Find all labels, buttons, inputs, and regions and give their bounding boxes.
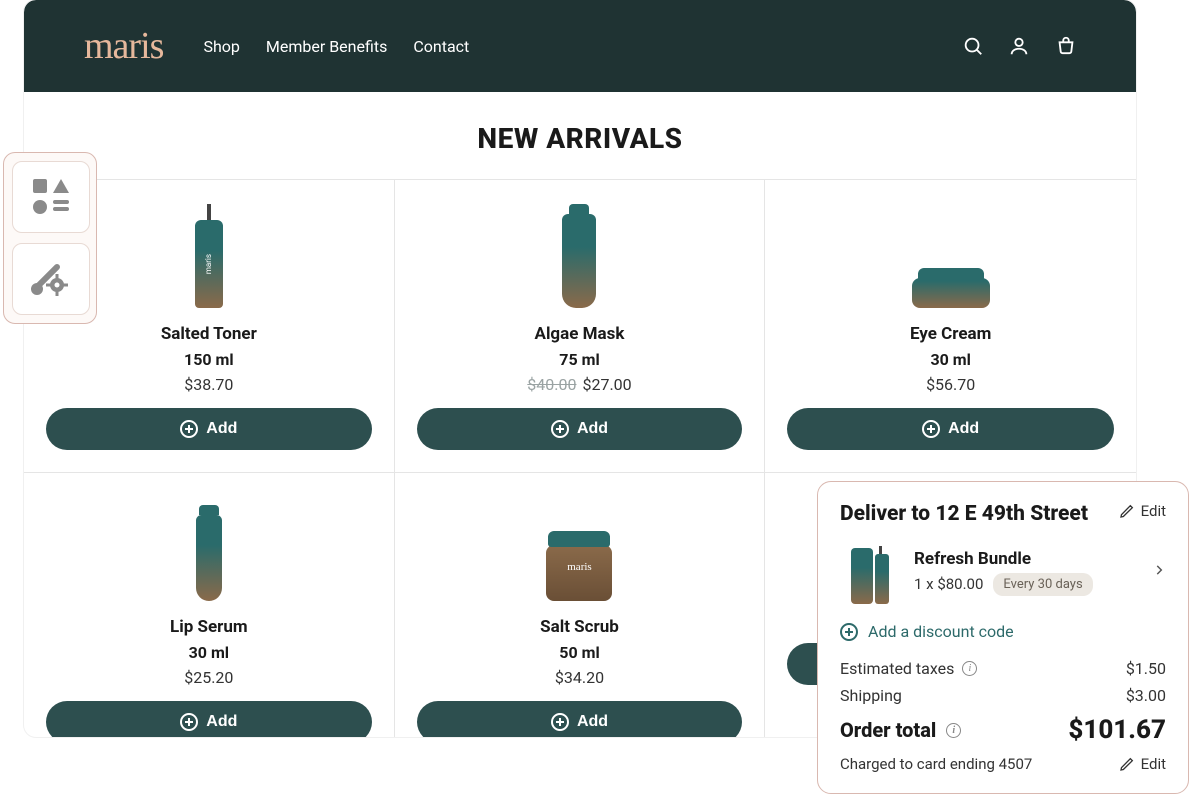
shipping-label: Shipping — [840, 686, 902, 705]
plus-circle-icon — [922, 420, 940, 438]
cart-item-thumbnail — [840, 540, 900, 604]
cart-item-qty-price: 1 x $80.00 — [914, 575, 983, 593]
editor-tool-palette — [3, 152, 97, 324]
product-price: $40.00 $27.00 — [527, 375, 631, 394]
product-card: Salt Scrub 50 ml $34.20 Add — [395, 473, 766, 737]
product-price: $34.20 — [555, 668, 604, 687]
chevron-right-icon — [1152, 561, 1166, 583]
payment-method-text: Charged to card ending 4507 — [840, 755, 1032, 773]
order-total-label: Order total — [840, 718, 936, 742]
product-size: 50 ml — [559, 643, 599, 662]
edit-label: Edit — [1141, 502, 1166, 520]
product-card: Eye Cream 30 ml $56.70 Add — [765, 180, 1136, 473]
product-name: Salt Scrub — [540, 617, 619, 637]
product-name: Lip Serum — [170, 617, 248, 637]
brand-logo[interactable]: maris — [84, 24, 163, 68]
product-card: Algae Mask 75 ml $40.00 $27.00 Add — [395, 180, 766, 473]
cart-panel: Deliver to 12 E 49th Street Edit Refresh… — [817, 481, 1189, 794]
product-size: 30 ml — [189, 643, 229, 662]
summary-taxes: Estimated taxes i $1.50 — [840, 659, 1166, 678]
nav-shop[interactable]: Shop — [203, 37, 239, 56]
product-card: Lip Serum 30 ml $25.20 Add — [24, 473, 395, 737]
price-original: $40.00 — [527, 375, 576, 394]
product-name: Eye Cream — [910, 324, 991, 344]
pencil-icon — [1119, 503, 1135, 519]
order-total-amount: $101.67 — [1068, 715, 1166, 745]
cart-icon[interactable] — [1054, 35, 1076, 57]
summary-shipping: Shipping $3.00 — [840, 686, 1166, 705]
search-icon[interactable] — [962, 35, 984, 57]
taxes-value: $1.50 — [1126, 659, 1166, 678]
shapes-icon — [27, 175, 75, 219]
add-button[interactable]: Add — [787, 408, 1114, 450]
product-image: maris — [154, 198, 264, 308]
plus-circle-icon — [551, 713, 569, 731]
site-header: maris Shop Member Benefits Contact — [24, 0, 1136, 92]
main-nav: Shop Member Benefits Contact — [203, 37, 469, 56]
add-label: Add — [577, 713, 608, 731]
add-label: Add — [948, 420, 979, 438]
edit-label: Edit — [1141, 755, 1166, 773]
cart-item-name: Refresh Bundle — [914, 549, 1138, 569]
cart-item[interactable]: Refresh Bundle 1 x $80.00 Every 30 days — [840, 540, 1166, 604]
product-size: 75 ml — [559, 350, 599, 369]
nav-contact[interactable]: Contact — [413, 37, 469, 56]
plus-circle-icon — [551, 420, 569, 438]
section-title: NEW ARRIVALS — [24, 92, 1136, 179]
account-icon[interactable] — [1008, 35, 1030, 57]
shipping-value: $3.00 — [1126, 686, 1166, 705]
plus-circle-icon — [180, 420, 198, 438]
edit-payment-link[interactable]: Edit — [1119, 755, 1166, 773]
info-icon[interactable]: i — [962, 661, 977, 676]
order-total-row: Order total i $101.67 — [840, 715, 1166, 745]
add-label: Add — [206, 713, 237, 731]
product-name: Algae Mask — [535, 324, 625, 344]
pencil-icon — [1119, 756, 1135, 772]
product-image — [154, 491, 264, 601]
add-button[interactable]: Add — [417, 701, 743, 737]
taxes-label: Estimated taxes — [840, 659, 954, 678]
frequency-badge: Every 30 days — [993, 573, 1092, 596]
discount-link-label: Add a discount code — [868, 622, 1014, 641]
nav-member-benefits[interactable]: Member Benefits — [266, 37, 387, 56]
price-current: $27.00 — [582, 375, 631, 394]
add-button[interactable]: Add — [46, 701, 372, 737]
add-label: Add — [577, 420, 608, 438]
brush-gear-icon — [27, 257, 75, 301]
plus-circle-icon — [180, 713, 198, 731]
product-price: $25.20 — [184, 668, 233, 687]
edit-address-link[interactable]: Edit — [1119, 502, 1166, 520]
add-discount-link[interactable]: Add a discount code — [840, 622, 1166, 641]
product-price: $56.70 — [926, 375, 975, 394]
product-size: 150 ml — [184, 350, 234, 369]
product-name: Salted Toner — [161, 324, 257, 344]
theme-settings-tool-button[interactable] — [12, 243, 90, 315]
product-image — [896, 198, 1006, 308]
info-icon[interactable]: i — [946, 723, 961, 738]
product-image — [524, 198, 634, 308]
add-label: Add — [206, 420, 237, 438]
cart-deliver-to: Deliver to 12 E 49th Street — [840, 502, 1088, 526]
product-image — [524, 491, 634, 601]
product-price: $38.70 — [184, 375, 233, 394]
sections-tool-button[interactable] — [12, 161, 90, 233]
plus-circle-icon — [840, 623, 858, 641]
add-button[interactable]: Add — [46, 408, 372, 450]
product-size: 30 ml — [930, 350, 970, 369]
add-button[interactable]: Add — [417, 408, 743, 450]
